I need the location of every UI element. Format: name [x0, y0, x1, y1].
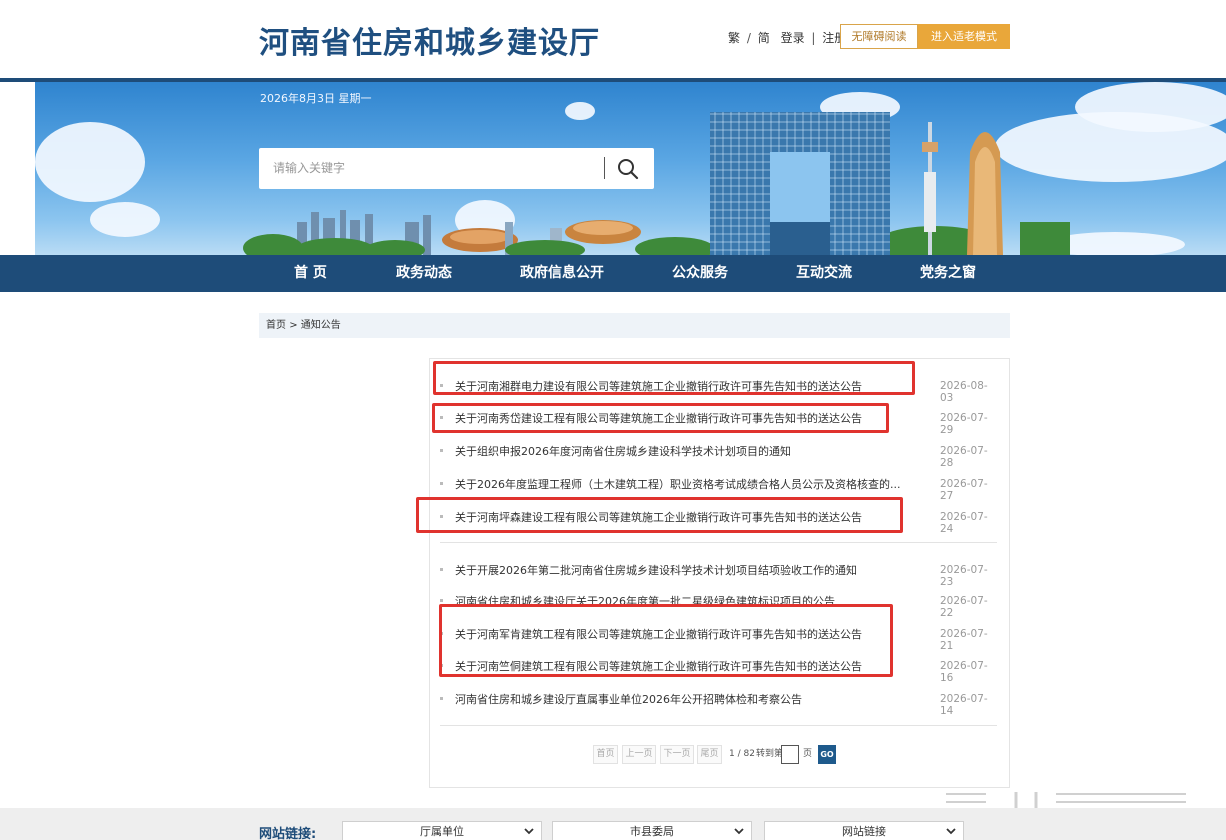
site-title[interactable]: 河南省住房和城乡建设厅 [259, 18, 600, 62]
breadcrumb-current[interactable]: 通知公告 [301, 320, 341, 331]
bullet-icon [440, 599, 443, 602]
list-item-title[interactable]: 关于河南军肯建筑工程有限公司等建筑施工企业撤销行政许可事先告知书的送达公告 [455, 626, 910, 642]
first-page-button[interactable]: 首页 [593, 745, 618, 764]
page-number-input[interactable] [781, 745, 799, 764]
list-item-date: 2026-07-23 [940, 564, 988, 588]
top-links: 繁 / 简 登录 | 注册 [728, 29, 846, 46]
page-info: 1 / 82 [729, 749, 755, 759]
nav-interaction[interactable]: 互动交流 [796, 255, 852, 292]
list-item-title[interactable]: 关于河南秀岱建设工程有限公司等建筑施工企业撤销行政许可事先告知书的送达公告 [455, 410, 910, 426]
list-item-date: 2026-07-22 [940, 595, 988, 619]
nav-government-news[interactable]: 政务动态 [396, 255, 452, 292]
search-button[interactable] [614, 155, 642, 183]
list-item-title[interactable]: 关于开展2026年第二批河南省住房城乡建设科学技术计划项目结项验收工作的通知 [455, 562, 910, 578]
list-item-date: 2026-07-24 [940, 511, 988, 535]
bullet-icon [440, 416, 443, 419]
bullet-icon [440, 449, 443, 452]
affiliated-units-select[interactable]: 厅属单位 [342, 821, 542, 840]
accessible-reading-button[interactable]: 无障碍阅读 [840, 24, 918, 49]
goto-label: 转到第 [756, 749, 784, 759]
website-links-select[interactable]: 网站链接 [764, 821, 964, 840]
list-divider [440, 542, 997, 543]
select-value: 市县委局 [630, 825, 674, 838]
site-header: 河南省住房和城乡建设厅 繁 / 简 登录 | 注册 无障碍阅读 进入适老模式 [0, 0, 1226, 78]
nav-public-service[interactable]: 公众服务 [672, 255, 728, 292]
city-county-select[interactable]: 市县委局 [552, 821, 752, 840]
bullet-icon [440, 384, 443, 387]
main-nav: 首 页 政务动态 政府信息公开 公众服务 互动交流 党务之窗 [0, 255, 1226, 292]
go-button[interactable]: GO [818, 745, 836, 764]
list-item-date: 2026-07-28 [940, 445, 988, 469]
prev-page-button[interactable]: 上一页 [622, 745, 656, 764]
bullet-icon [440, 664, 443, 667]
list-item[interactable]: 关于河南军肯建筑工程有限公司等建筑施工企业撤销行政许可事先告知书的送达公告 20… [440, 624, 1000, 652]
bullet-icon [440, 482, 443, 485]
simplified-chinese-link[interactable]: 简 [758, 29, 770, 46]
last-page-button[interactable]: 尾页 [697, 745, 722, 764]
next-page-button[interactable]: 下一页 [660, 745, 694, 764]
nav-government-info[interactable]: 政府信息公开 [520, 255, 604, 292]
list-item-date: 2026-07-27 [940, 478, 988, 502]
list-item-date: 2026-07-16 [940, 660, 988, 684]
bullet-icon [440, 515, 443, 518]
chevron-down-icon [946, 828, 956, 835]
nav-party-affairs[interactable]: 党务之窗 [920, 255, 976, 292]
elder-mode-button[interactable]: 进入适老模式 [918, 24, 1010, 49]
lang-separator: / [746, 31, 751, 45]
list-item[interactable]: 关于开展2026年第二批河南省住房城乡建设科学技术计划项目结项验收工作的通知 2… [440, 560, 1000, 588]
list-item[interactable]: 关于河南秀岱建设工程有限公司等建筑施工企业撤销行政许可事先告知书的送达公告 20… [440, 408, 1000, 436]
search-input[interactable] [273, 158, 593, 178]
page-unit-label: 页 [803, 749, 813, 759]
traditional-chinese-link[interactable]: 繁 [728, 29, 740, 46]
banner-date: 2026年8月3日 星期一 [260, 92, 372, 105]
bullet-icon [440, 697, 443, 700]
nav-home[interactable]: 首 页 [294, 255, 327, 292]
select-value: 厅属单位 [420, 825, 464, 838]
breadcrumb-separator: > [289, 320, 298, 331]
chevron-down-icon [524, 828, 534, 835]
list-item[interactable]: 河南省住房和城乡建设厅关于2026年度第一批二星级绿色建筑标识项目的公告 202… [440, 591, 1000, 619]
list-item[interactable]: 关于组织申报2026年度河南省住房城乡建设科学技术计划项目的通知 2026-07… [440, 441, 1000, 469]
login-link[interactable]: 登录 [781, 29, 805, 46]
list-item[interactable]: 河南省住房和城乡建设厅直属事业单位2026年公开招聘体检和考察公告 2026-0… [440, 689, 1000, 717]
list-divider [440, 725, 997, 726]
breadcrumb-home[interactable]: 首页 [266, 320, 286, 331]
list-item[interactable]: 关于2026年度监理工程师（土木建筑工程）职业资格考试成绩合格人员公示及资格核查… [440, 474, 1000, 502]
list-item-title[interactable]: 河南省住房和城乡建设厅关于2026年度第一批二星级绿色建筑标识项目的公告 [455, 593, 910, 609]
list-item-title[interactable]: 关于2026年度监理工程师（土木建筑工程）职业资格考试成绩合格人员公示及资格核查… [455, 476, 910, 492]
list-item-title[interactable]: 关于组织申报2026年度河南省住房城乡建设科学技术计划项目的通知 [455, 443, 910, 459]
list-item-date: 2026-08-03 [940, 380, 988, 404]
bullet-icon [440, 632, 443, 635]
select-value: 网站链接 [842, 825, 886, 838]
list-item[interactable]: 关于河南竺侗建筑工程有限公司等建筑施工企业撤销行政许可事先告知书的送达公告 20… [440, 656, 1000, 684]
list-item[interactable]: 关于河南湘群电力建设有限公司等建筑施工企业撤销行政许可事先告知书的送达公告 20… [440, 376, 1000, 404]
list-item-title[interactable]: 关于河南竺侗建筑工程有限公司等建筑施工企业撤销行政许可事先告知书的送达公告 [455, 658, 910, 674]
bullet-icon [440, 568, 443, 571]
list-item-date: 2026-07-29 [940, 412, 988, 436]
search-box [259, 148, 654, 189]
breadcrumb: 首页 > 通知公告 [259, 313, 1010, 338]
search-divider [604, 157, 605, 179]
footer-links-label: 网站链接: [259, 827, 317, 840]
list-item-title[interactable]: 河南省住房和城乡建设厅直属事业单位2026年公开招聘体检和考察公告 [455, 691, 910, 707]
list-item[interactable]: 关于河南坪森建设工程有限公司等建筑施工企业撤销行政许可事先告知书的送达公告 20… [440, 507, 1000, 535]
list-item-title[interactable]: 关于河南湘群电力建设有限公司等建筑施工企业撤销行政许可事先告知书的送达公告 [455, 378, 910, 394]
chevron-down-icon [734, 828, 744, 835]
link-separator: | [811, 31, 816, 45]
list-item-date: 2026-07-21 [940, 628, 988, 652]
list-item-date: 2026-07-14 [940, 693, 988, 717]
list-item-title[interactable]: 关于河南坪森建设工程有限公司等建筑施工企业撤销行政许可事先告知书的送达公告 [455, 509, 910, 525]
search-icon [618, 159, 639, 180]
